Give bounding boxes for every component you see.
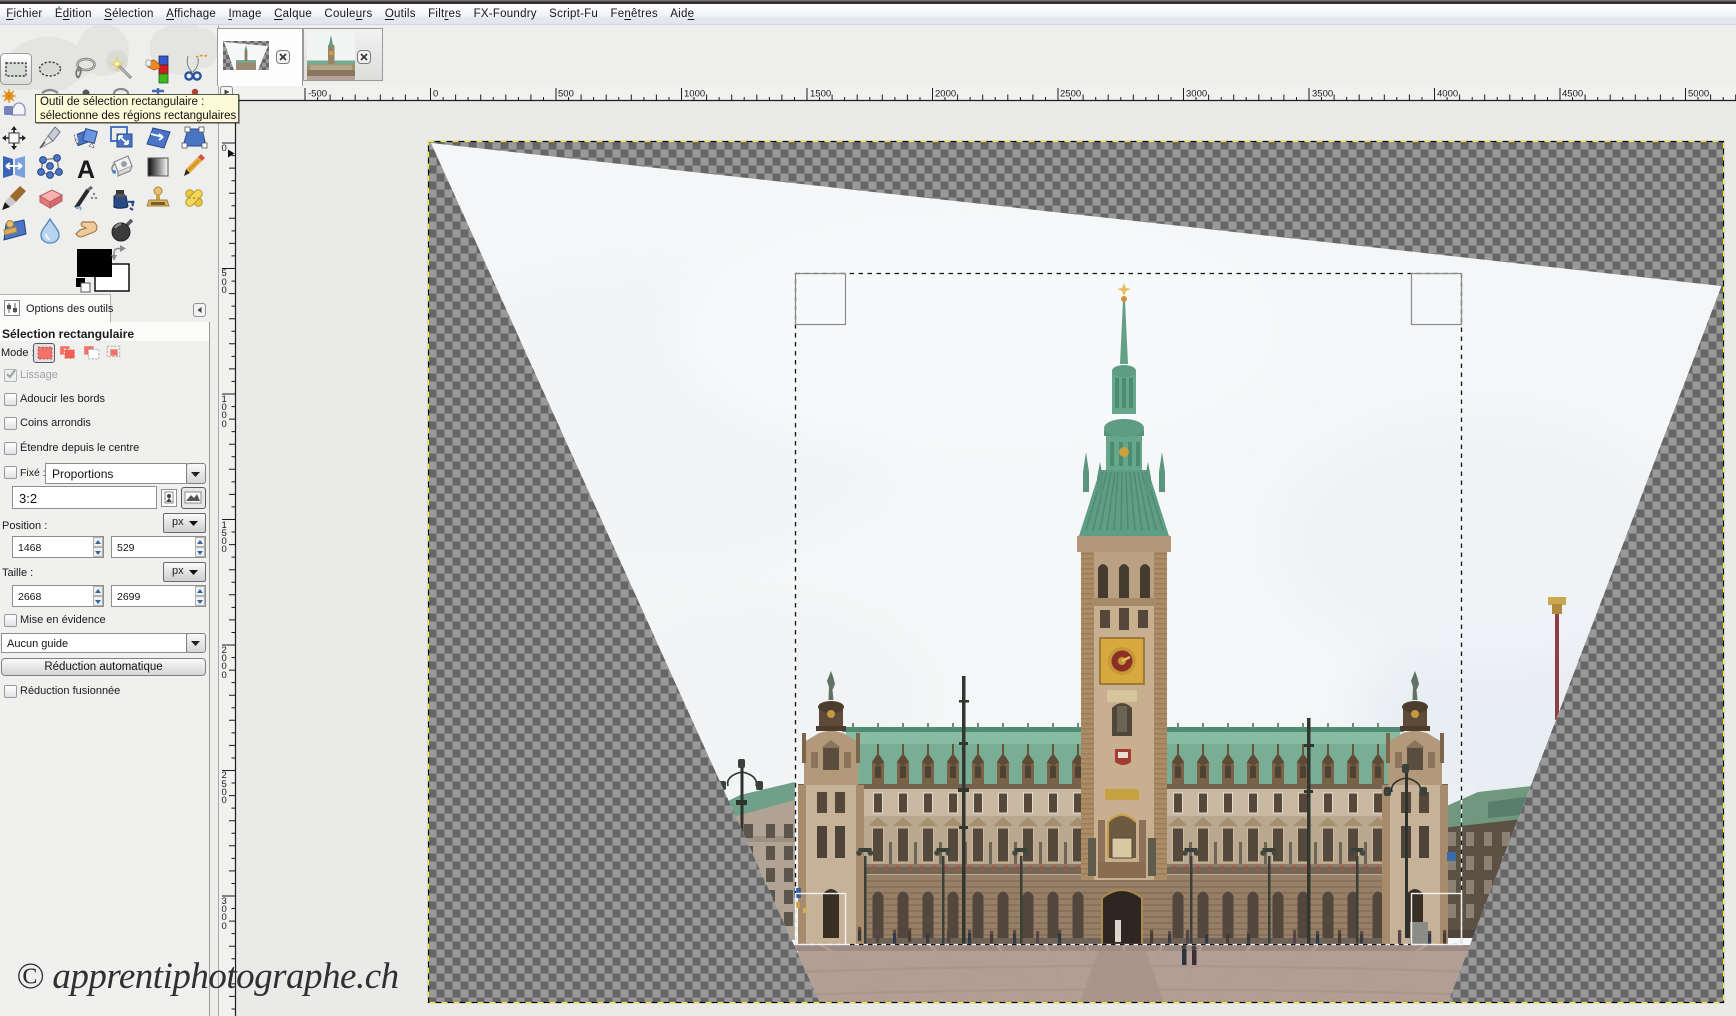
svg-text:0: 0 (222, 544, 227, 555)
svg-text:0: 0 (433, 89, 438, 100)
svg-text:0: 0 (222, 143, 227, 154)
svg-text:1500: 1500 (810, 89, 831, 100)
svg-text:500: 500 (558, 89, 574, 100)
svg-text:0: 0 (222, 285, 227, 296)
svg-text:0: 0 (222, 921, 227, 932)
svg-text:-500: -500 (308, 89, 327, 100)
svg-text:1000: 1000 (684, 89, 705, 100)
svg-text:3000: 3000 (1186, 89, 1207, 100)
svg-text:2500: 2500 (1060, 89, 1081, 100)
svg-text:5000: 5000 (1688, 89, 1709, 100)
svg-text:0: 0 (222, 419, 227, 430)
svg-text:2000: 2000 (935, 89, 956, 100)
svg-text:4000: 4000 (1437, 89, 1458, 100)
svg-text:0: 0 (222, 670, 227, 681)
svg-text:4500: 4500 (1562, 89, 1583, 100)
svg-text:0: 0 (222, 795, 227, 806)
svg-text:3500: 3500 (1312, 89, 1333, 100)
svg-text:A: A (77, 156, 95, 184)
